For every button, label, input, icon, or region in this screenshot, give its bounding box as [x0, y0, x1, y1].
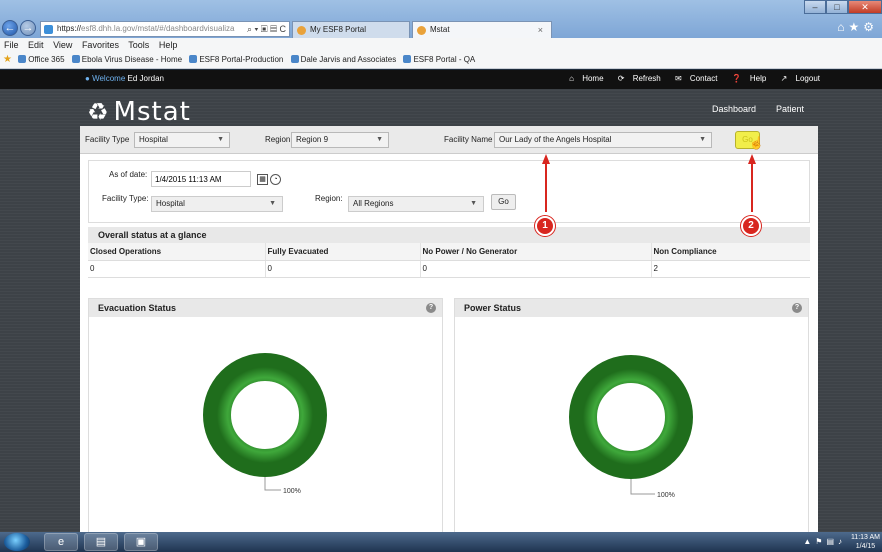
menu-file[interactable]: File	[4, 40, 19, 50]
ie-tab-icon	[297, 26, 306, 35]
volume-icon[interactable]: ♪	[838, 537, 846, 546]
url-protocol: https://	[57, 24, 82, 33]
favorites-star-icon[interactable]: ★	[3, 54, 12, 65]
network-icon[interactable]: ▤	[826, 537, 838, 546]
tab-label: Mstat	[430, 25, 450, 34]
browser-titlebar: ← → https://esf8.dhh.la.gov/mstat/#/dash…	[0, 0, 882, 38]
menu-edit[interactable]: Edit	[28, 40, 44, 50]
menu-tools[interactable]: Tools	[128, 40, 149, 50]
address-bar[interactable]: https://esf8.dhh.la.gov/mstat/#/dashboar…	[40, 21, 290, 37]
tab-mstat[interactable]: Mstat ×	[412, 21, 552, 38]
url-text: esf8.dhh.la.gov/mstat/#/dashboardvisuali…	[81, 24, 235, 33]
settings-gear-icon[interactable]: ⚙	[863, 20, 878, 34]
flag-icon[interactable]: ⚑	[815, 537, 826, 546]
clock-date: 1/4/15	[855, 543, 876, 550]
maximize-icon[interactable]: □	[826, 0, 848, 14]
windows-taskbar: e ▤ ▣ ▲⚑▤♪ 11:13 AM 1/4/15	[0, 532, 882, 552]
arrowhead-icon	[542, 154, 550, 164]
ie-tab-icon	[417, 26, 426, 35]
menu-favorites[interactable]: Favorites	[82, 40, 119, 50]
file-explorer-icon[interactable]: ▤	[84, 533, 118, 551]
taskbar-clock[interactable]: 11:13 AM 1/4/15	[851, 533, 880, 551]
address-bar-icons[interactable]: ⌕ ▾ ▣ ▤ C	[247, 22, 286, 36]
menu-help[interactable]: Help	[159, 40, 178, 50]
favorite-link[interactable]: Ebola Virus Disease - Home	[72, 55, 182, 64]
annotation-badge-2: 2	[741, 216, 761, 236]
favorites-bar: ★ Office 365 Ebola Virus Disease - Home …	[0, 52, 882, 69]
app-icon[interactable]: ▣	[124, 533, 158, 551]
favorites-star-icon[interactable]: ★	[848, 20, 863, 34]
annotation-overlay	[542, 154, 756, 212]
favorite-link[interactable]: Dale Jarvis and Associates	[291, 55, 397, 64]
arrowhead-icon	[748, 154, 756, 164]
window-controls: – □ ✕	[804, 0, 882, 14]
favorite-link[interactable]: ESF8 Portal - QA	[403, 55, 475, 64]
internet-explorer-icon[interactable]: e	[44, 533, 78, 551]
home-icon[interactable]: ⌂	[837, 20, 848, 34]
minimize-icon[interactable]: –	[804, 0, 826, 14]
tab-my-esf8-portal[interactable]: My ESF8 Portal	[292, 21, 410, 38]
system-tray: ▲⚑▤♪	[803, 537, 846, 546]
favorite-link[interactable]: ESF8 Portal-Production	[189, 55, 283, 64]
forward-icon[interactable]: →	[20, 20, 36, 36]
back-icon[interactable]: ←	[2, 20, 18, 36]
ie-page-icon	[44, 25, 53, 34]
start-button[interactable]	[4, 533, 30, 551]
browser-toolbar-icons: ⌂★⚙	[837, 20, 878, 34]
menu-bar: File Edit View Favorites Tools Help	[0, 38, 882, 52]
close-window-icon[interactable]: ✕	[848, 0, 882, 14]
tab-label: My ESF8 Portal	[310, 25, 367, 34]
menu-view[interactable]: View	[53, 40, 72, 50]
clock-time: 11:13 AM	[850, 534, 880, 541]
close-tab-icon[interactable]: ×	[538, 22, 543, 38]
chevron-up-icon[interactable]: ▲	[803, 537, 815, 546]
mstat-site: ● Welcome Ed Jordan ⌂ Home ⟳ Refresh ✉ C…	[0, 70, 882, 538]
favorite-link[interactable]: Office 365	[18, 55, 64, 64]
annotation-badge-1: 1	[535, 216, 555, 236]
